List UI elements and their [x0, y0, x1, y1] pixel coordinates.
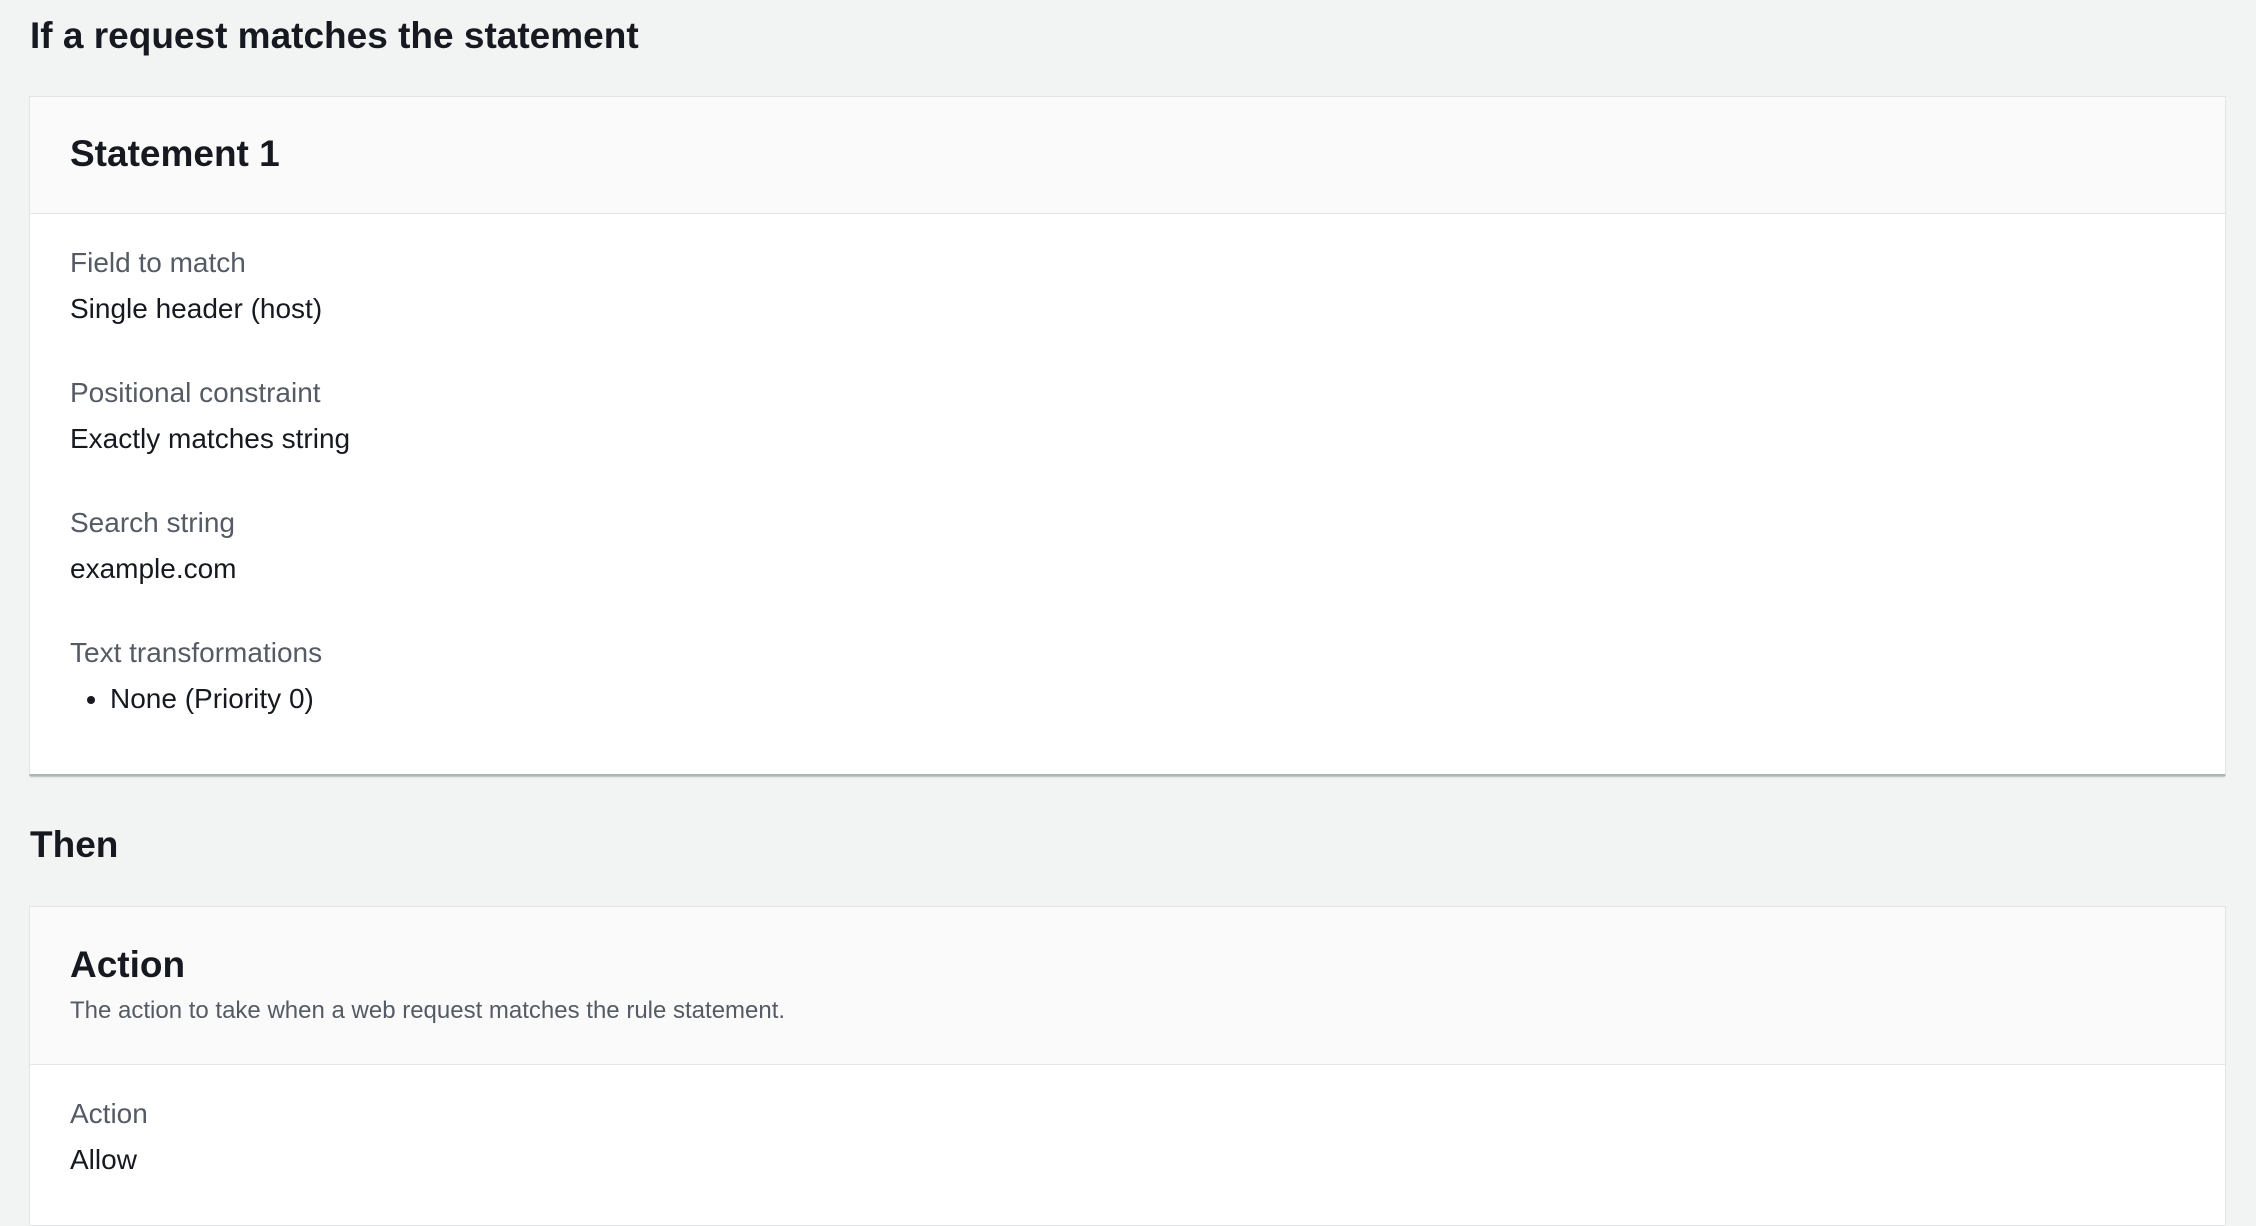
action-description: The action to take when a web request ma…	[70, 997, 786, 1024]
search-string-label: Search string	[70, 507, 235, 538]
text-transformations-label: Text transformations	[70, 637, 323, 668]
action-field-label: Action	[70, 1098, 148, 1129]
positional-constraint-value: Exactly matches string	[70, 423, 351, 454]
field-to-match-label: Field to match	[70, 247, 246, 278]
statement-panel-header: Statement 1	[30, 97, 2225, 214]
search-string-value: example.com	[70, 553, 237, 584]
action-panel: Action The action to take when a web req…	[29, 906, 2226, 1226]
action-panel-header: Action The action to take when a web req…	[30, 907, 2225, 1065]
action-field-value: Allow	[70, 1144, 137, 1175]
positional-constraint: Positional constraint Exactly matches st…	[70, 379, 350, 453]
field-to-match-value: Single header (host)	[70, 293, 323, 324]
statement-panel: Statement 1 Field to match Single header…	[29, 96, 2226, 776]
section-heading-if: If a request matches the statement	[30, 15, 639, 56]
text-transformations: Text transformations None (Priority 0)	[70, 639, 322, 713]
action-field: Action Allow	[70, 1100, 148, 1174]
search-string: Search string example.com	[70, 509, 237, 583]
field-to-match: Field to match Single header (host)	[70, 249, 322, 323]
text-transformations-list: None (Priority 0)	[70, 685, 322, 713]
action-title: Action	[70, 944, 186, 985]
section-heading-then: Then	[30, 824, 119, 865]
positional-constraint-label: Positional constraint	[70, 377, 321, 408]
list-item: None (Priority 0)	[110, 685, 322, 713]
statement-title: Statement 1	[70, 133, 280, 174]
